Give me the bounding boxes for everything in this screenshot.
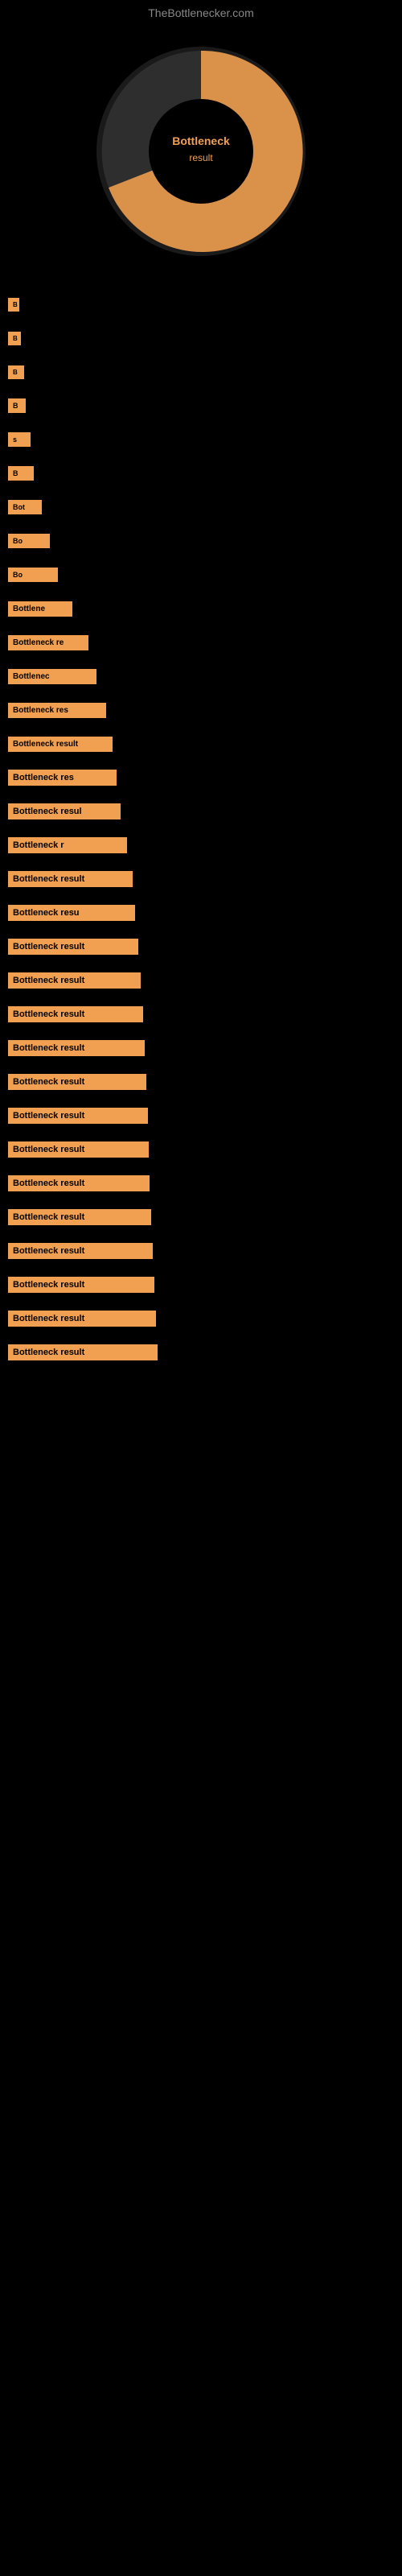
bottleneck-result-label: Bottleneck resul	[8, 803, 121, 819]
bottleneck-item: Bottleneck result	[0, 1336, 402, 1368]
bottleneck-item: Bottleneck result	[0, 1269, 402, 1301]
bottleneck-item: Bottleneck result	[0, 998, 402, 1030]
bottleneck-item: Bottleneck result	[0, 1302, 402, 1335]
svg-text:Bottleneck: Bottleneck	[172, 134, 230, 147]
bottleneck-item: Bottleneck result	[0, 931, 402, 963]
bottleneck-item: Bottleneck resul	[0, 795, 402, 828]
bottleneck-result-label: Bottleneck result	[8, 1175, 150, 1191]
bottleneck-item: Bottleneck result	[0, 1100, 402, 1132]
bottleneck-result-label: Bot	[8, 500, 42, 514]
bottleneck-items-container: B B B Bs B Bot Bo Bo Bottlene Bottleneck re Bottle…	[0, 280, 402, 1378]
bottleneck-result-label: B	[8, 398, 26, 413]
bottleneck-result-label: Bottleneck result	[8, 1344, 158, 1360]
bottleneck-result-label: Bo	[8, 568, 58, 582]
bottleneck-result-label: B	[8, 298, 19, 312]
bottleneck-result-label: Bottleneck result	[8, 1277, 154, 1293]
bottleneck-item: s	[0, 423, 402, 456]
bottleneck-item: Bottleneck result	[0, 1167, 402, 1199]
bottleneck-result-label: Bottleneck result	[8, 972, 141, 989]
bottleneck-result-label: Bottleneck res	[8, 770, 117, 786]
site-title: TheBottlenecker.com	[0, 0, 402, 23]
bottleneck-result-label: Bottlene	[8, 601, 72, 617]
bottleneck-result-label: Bo	[8, 534, 50, 548]
bottleneck-result-label: Bottleneck result	[8, 939, 138, 955]
bottleneck-item: Bo	[0, 525, 402, 557]
bottleneck-result-label: Bottleneck result	[8, 737, 113, 752]
bottleneck-item: Bottlene	[0, 592, 402, 625]
bottleneck-item: Bottleneck resu	[0, 897, 402, 929]
bottleneck-item: Bottlenec	[0, 660, 402, 692]
bottleneck-result-label: Bottleneck result	[8, 1006, 143, 1022]
bottleneck-item: Bottleneck result	[0, 1235, 402, 1267]
bottleneck-result-label: Bottleneck result	[8, 1243, 153, 1259]
bottleneck-item: Bottleneck result	[0, 1133, 402, 1166]
bottleneck-result-label: Bottleneck r	[8, 837, 127, 853]
bottleneck-item: B	[0, 356, 402, 388]
bottleneck-item: Bottleneck result	[0, 1032, 402, 1064]
bottleneck-result-label: B	[8, 332, 21, 345]
bottleneck-result-label: Bottleneck resu	[8, 905, 135, 921]
bottleneck-item: B	[0, 390, 402, 422]
bottleneck-result-label: s	[8, 432, 31, 447]
bottleneck-result-label: Bottleneck result	[8, 1074, 146, 1090]
bottleneck-item: Bottleneck res	[0, 694, 402, 726]
bottleneck-item: Bottleneck r	[0, 829, 402, 861]
bottleneck-item: Bottleneck result	[0, 1066, 402, 1098]
bottleneck-result-label: Bottleneck result	[8, 1108, 148, 1124]
bottleneck-item: Bottleneck result	[0, 1201, 402, 1233]
bottleneck-item: B	[0, 457, 402, 489]
bottleneck-item: Bottleneck result	[0, 863, 402, 895]
bottleneck-result-label: B	[8, 365, 24, 379]
bottleneck-result-label: Bottleneck result	[8, 1141, 149, 1158]
bottleneck-result-label: Bottleneck res	[8, 703, 106, 718]
bottleneck-item: Bo	[0, 559, 402, 591]
bottleneck-item: Bottleneck result	[0, 964, 402, 997]
bottleneck-item: Bottleneck re	[0, 626, 402, 658]
bottleneck-result-label: Bottleneck result	[8, 1311, 156, 1327]
donut-chart-svg: Bottleneck result	[88, 39, 314, 264]
bottleneck-result-label: Bottleneck result	[8, 1209, 151, 1225]
bottleneck-item: Bottleneck result	[0, 728, 402, 760]
bottleneck-result-label: B	[8, 466, 34, 481]
bottleneck-result-label: Bottleneck re	[8, 635, 88, 650]
bottleneck-item: Bot	[0, 491, 402, 523]
bottleneck-result-label: Bottleneck result	[8, 871, 133, 887]
bottleneck-result-label: Bottlenec	[8, 669, 96, 684]
chart-area: Bottleneck result	[16, 23, 386, 280]
bottleneck-item: B	[0, 322, 402, 354]
svg-text:result: result	[189, 152, 213, 163]
bottleneck-result-label: Bottleneck result	[8, 1040, 145, 1056]
bottleneck-item: Bottleneck res	[0, 762, 402, 794]
bottleneck-item: B	[0, 288, 402, 320]
